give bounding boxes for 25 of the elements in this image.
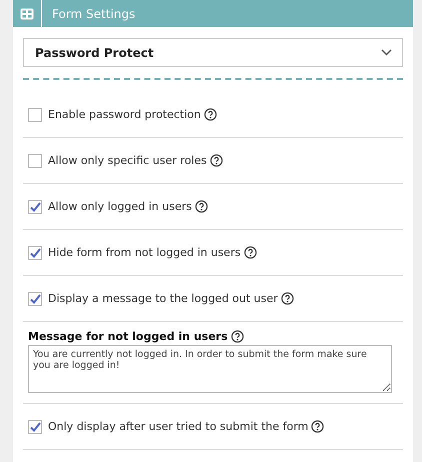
grid-icon	[20, 8, 34, 20]
help-icon[interactable]	[210, 154, 223, 167]
panel-title: Form Settings	[52, 6, 136, 20]
field-label: Message for not logged in users	[28, 330, 228, 343]
checkbox-label: Allow only logged in users	[48, 200, 192, 213]
checkbox[interactable]	[28, 420, 42, 434]
help-icon[interactable]	[311, 420, 324, 433]
message-field[interactable]: You are currently not logged in. In order to submit the form make sure you are logged in!	[28, 345, 392, 393]
checkbox-label: Allow only specific user roles	[48, 154, 207, 167]
help-icon[interactable]	[204, 108, 217, 121]
help-icon[interactable]	[230, 330, 244, 343]
section-select[interactable]: Password Protect	[23, 38, 403, 67]
checkbox[interactable]	[28, 200, 42, 214]
checkbox-label: Display a message to the logged out user	[48, 292, 278, 305]
checkbox-label: Only display after user tried to submit the form	[48, 420, 308, 433]
help-icon[interactable]	[280, 292, 294, 305]
chevron-down-icon	[381, 49, 392, 56]
checkbox[interactable]	[28, 154, 42, 168]
help-icon[interactable]	[244, 246, 257, 259]
checkbox-label: Enable password protection	[48, 108, 201, 121]
checkbox[interactable]	[28, 108, 42, 122]
checkbox-label: Hide form from not logged in users	[48, 246, 241, 259]
help-icon[interactable]	[194, 200, 208, 213]
checkbox[interactable]	[28, 246, 42, 260]
checkbox[interactable]	[28, 292, 42, 306]
